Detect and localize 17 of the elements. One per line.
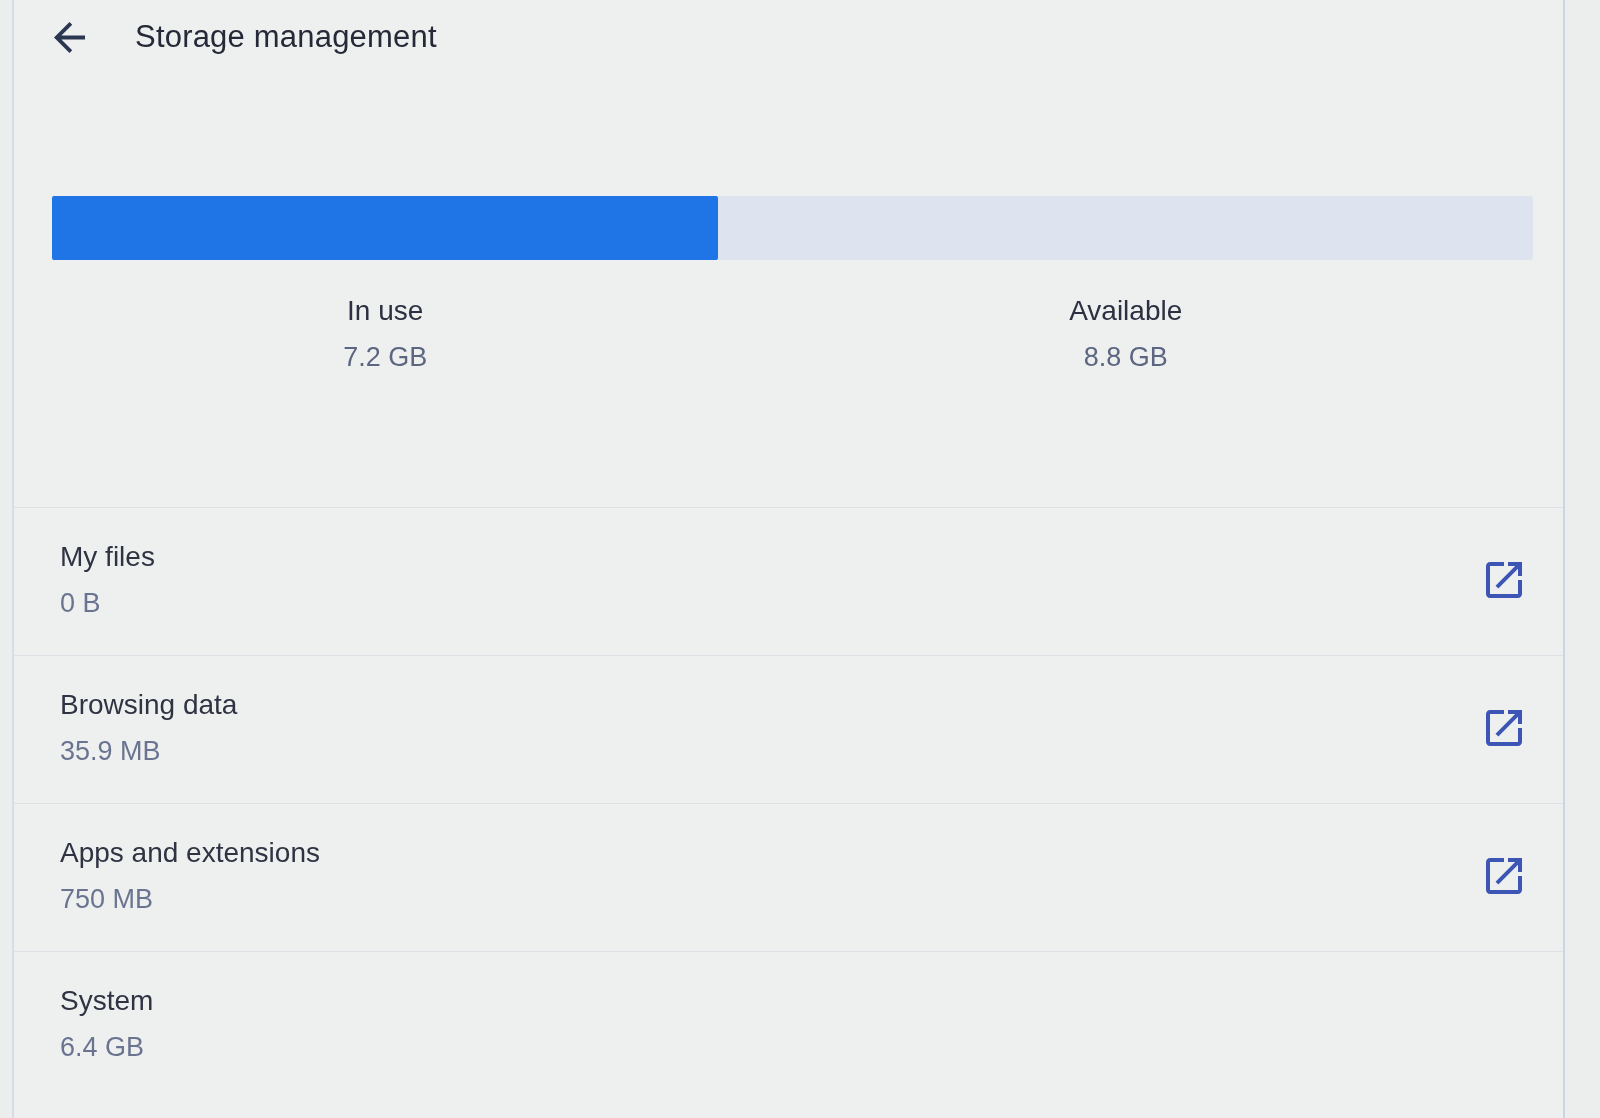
item-label: My files <box>60 540 155 574</box>
item-size: 6.4 GB <box>60 1031 146 1064</box>
item-label: Browsing data <box>60 688 238 722</box>
external-link-icon[interactable] <box>1486 562 1522 598</box>
summary-value: 8.8 GB <box>1083 341 1168 374</box>
item-size: 750 MB <box>60 883 155 916</box>
item-label: Apps and extensions <box>60 836 320 870</box>
arrow-left-icon[interactable] <box>54 21 85 53</box>
page-title: Storage management <box>135 18 437 56</box>
external-link-icon[interactable] <box>1486 710 1522 746</box>
item-size: 35.9 MB <box>60 735 162 768</box>
item-label: System <box>60 984 154 1018</box>
summary-label: Available <box>1069 294 1183 328</box>
external-link-icon[interactable] <box>1486 858 1522 894</box>
summary-value: 7.2 GB <box>343 341 428 374</box>
summary-label: In use <box>347 294 424 328</box>
item-size: 0 B <box>60 587 102 620</box>
